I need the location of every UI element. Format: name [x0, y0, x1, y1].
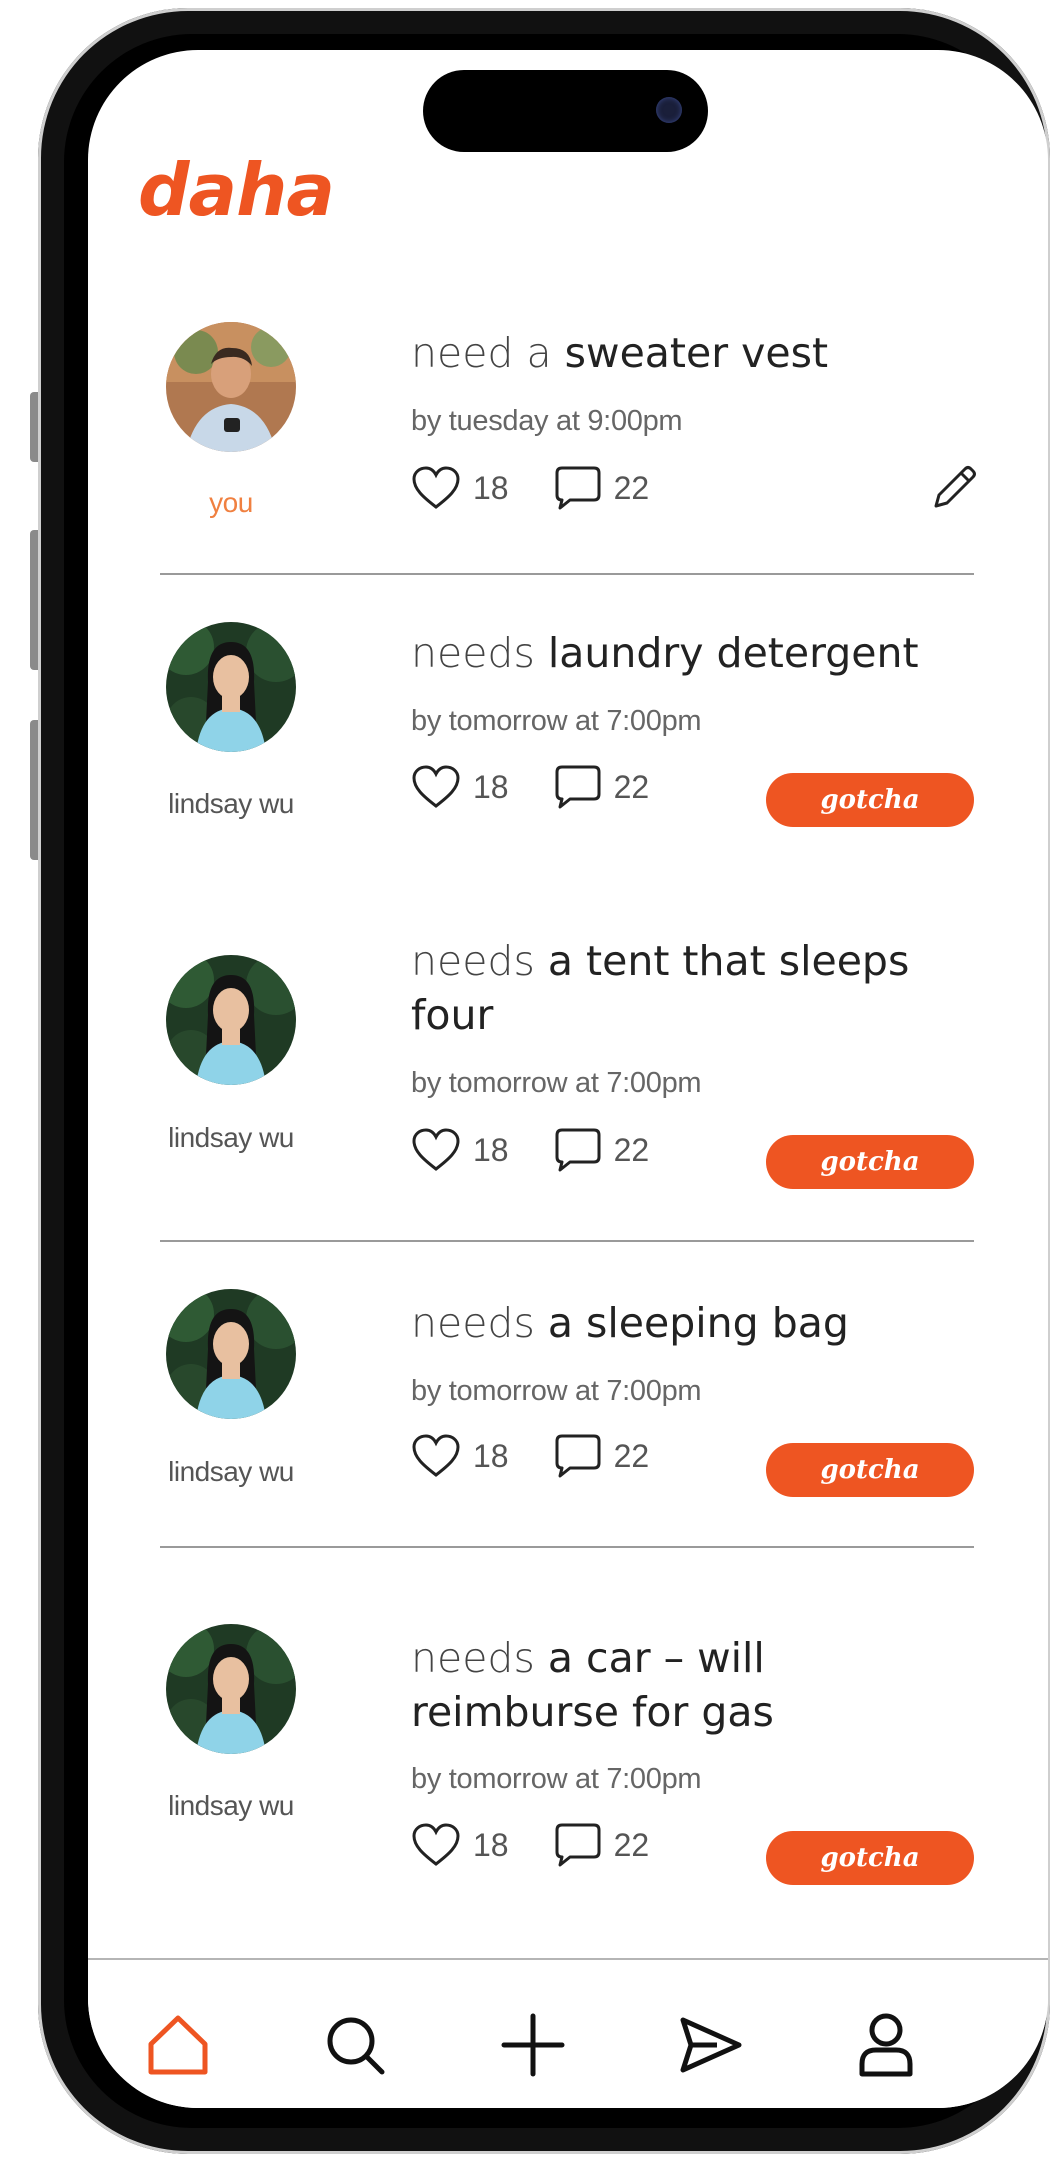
avatar-photo-woman [166, 622, 296, 752]
deadline: by tomorrow at 7:00pm [411, 1375, 702, 1407]
like-count: 18 [473, 469, 509, 506]
tab-create[interactable] [498, 2010, 568, 2080]
like-button[interactable]: 18 [411, 1434, 509, 1478]
divider [160, 573, 974, 575]
comment-icon [555, 466, 601, 510]
comment-icon [555, 765, 601, 809]
comment-icon [555, 1128, 601, 1172]
gotcha-button[interactable]: gotcha [766, 773, 974, 827]
comment-icon [555, 1434, 601, 1478]
need-verb: needs [411, 1299, 535, 1347]
post-stats: 18 22 [411, 1820, 694, 1870]
gotcha-button[interactable]: gotcha [766, 1443, 974, 1497]
author-name[interactable]: you [126, 487, 336, 519]
need-item: laundry detergent [547, 629, 919, 677]
heart-icon [412, 765, 460, 808]
tab-profile[interactable] [851, 2010, 921, 2080]
like-button[interactable]: 18 [411, 765, 509, 809]
avatar-photo-woman [166, 955, 296, 1085]
avatar[interactable] [166, 955, 296, 1085]
heart-icon [412, 1823, 460, 1866]
avatar-photo-woman [166, 1289, 296, 1419]
like-count: 18 [473, 768, 509, 805]
profile-icon [859, 2013, 913, 2077]
camera-icon [656, 97, 682, 123]
need-verb: needs [411, 629, 535, 677]
need-item: a sleeping bag [547, 1299, 849, 1347]
like-count: 18 [473, 1437, 509, 1474]
comment-button[interactable]: 22 [554, 1433, 650, 1479]
avatar[interactable] [166, 1289, 296, 1419]
tab-home[interactable] [143, 2010, 213, 2080]
send-icon [680, 2017, 742, 2073]
bottom-tab-bar [88, 1958, 1048, 2108]
need-text: need a sweater vest [411, 326, 931, 380]
comment-count: 22 [613, 768, 650, 805]
like-count: 18 [473, 1826, 509, 1863]
app-screen: daha you need a sweater vest by tuesday … [88, 50, 1048, 2108]
comment-count: 22 [613, 1437, 650, 1474]
avatar[interactable] [166, 322, 296, 452]
post-stats: 18 22 [411, 463, 694, 513]
author-name[interactable]: lindsay wu [126, 1122, 336, 1154]
heart-icon [412, 466, 460, 509]
deadline: by tomorrow at 7:00pm [411, 705, 702, 737]
need-verb: needs [411, 1634, 535, 1682]
avatar[interactable] [166, 622, 296, 752]
like-count: 18 [473, 1131, 509, 1168]
like-button[interactable]: 18 [411, 1128, 509, 1172]
comment-icon [555, 1823, 601, 1867]
comment-count: 22 [613, 1826, 650, 1863]
author-name[interactable]: lindsay wu [126, 1790, 336, 1822]
heart-icon [412, 1434, 460, 1477]
need-verb: needs [411, 937, 535, 985]
deadline: by tuesday at 9:00pm [411, 405, 683, 437]
heart-icon [412, 1128, 460, 1171]
comment-button[interactable]: 22 [554, 1127, 650, 1173]
pencil-icon [934, 466, 976, 508]
search-icon [327, 2017, 385, 2075]
post-stats: 18 22 [411, 1125, 694, 1175]
comment-count: 22 [613, 1131, 650, 1168]
comment-count: 22 [613, 469, 650, 506]
need-text: needs a car – will reimburse for gas [411, 1631, 931, 1739]
avatar-photo-woman [166, 1624, 296, 1754]
need-text: needs laundry detergent [411, 626, 931, 680]
gotcha-button[interactable]: gotcha [766, 1831, 974, 1885]
need-text: needs a sleeping bag [411, 1296, 931, 1350]
dynamic-island [423, 70, 708, 152]
post-stats: 18 22 [411, 1431, 694, 1481]
comment-button[interactable]: 22 [554, 465, 650, 511]
edit-button[interactable] [930, 462, 980, 517]
tab-search[interactable] [320, 2010, 390, 2080]
deadline: by tomorrow at 7:00pm [411, 1763, 702, 1795]
gotcha-button[interactable]: gotcha [766, 1135, 974, 1189]
need-text: needs a tent that sleeps four [411, 934, 931, 1042]
divider [160, 1546, 974, 1548]
avatar[interactable] [166, 1624, 296, 1754]
deadline: by tomorrow at 7:00pm [411, 1067, 702, 1099]
like-button[interactable]: 18 [411, 1823, 509, 1867]
need-item: sweater vest [564, 329, 829, 377]
need-verb: need a [411, 329, 552, 377]
app-logo: daha [138, 148, 335, 232]
comment-button[interactable]: 22 [554, 764, 650, 810]
post-stats: 18 22 [411, 762, 694, 812]
divider [160, 1240, 974, 1242]
tab-messages[interactable] [675, 2010, 745, 2080]
author-name[interactable]: lindsay wu [126, 788, 336, 820]
avatar-photo-man [166, 322, 296, 452]
home-icon [148, 2015, 208, 2075]
plus-icon [501, 2013, 565, 2077]
comment-button[interactable]: 22 [554, 1822, 650, 1868]
like-button[interactable]: 18 [411, 466, 509, 510]
author-name[interactable]: lindsay wu [126, 1456, 336, 1488]
